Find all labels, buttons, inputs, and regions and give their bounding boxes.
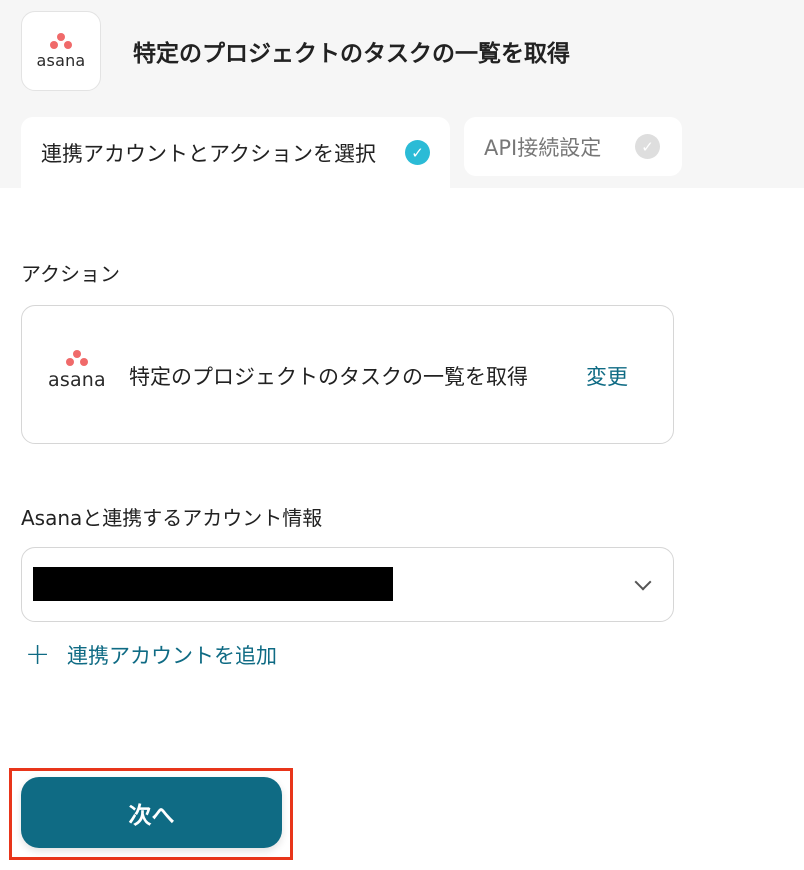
action-section-label: アクション xyxy=(21,262,120,286)
action-card: asana 特定のプロジェクトのタスクの一覧を取得 変更 xyxy=(21,305,674,444)
chevron-down-icon xyxy=(634,573,652,591)
asana-logo-icon xyxy=(50,32,72,49)
tab-label: 連携アカウントとアクションを選択 xyxy=(41,141,376,166)
card-logo-text: asana xyxy=(48,369,106,391)
account-select[interactable] xyxy=(21,547,674,622)
check-icon: ✓ xyxy=(635,134,660,159)
next-button[interactable]: 次へ xyxy=(21,777,282,848)
redacted-account-value xyxy=(33,567,393,601)
tab-api-settings[interactable]: API接続設定 ✓ xyxy=(464,117,682,176)
change-action-link[interactable]: 変更 xyxy=(586,361,628,391)
card-app-logo: asana xyxy=(48,350,106,391)
account-section-label: Asanaと連携するアカウント情報 xyxy=(21,506,323,530)
check-icon: ✓ xyxy=(405,140,430,165)
tab-label: API接続設定 xyxy=(484,135,602,160)
add-account-label: 連携アカウントを追加 xyxy=(67,644,277,668)
app-logo: asana xyxy=(21,11,101,91)
action-title: 特定のプロジェクトのタスクの一覧を取得 xyxy=(129,365,528,389)
add-account-link[interactable]: + 連携アカウントを追加 xyxy=(25,640,277,670)
tab-select-account-action[interactable]: 連携アカウントとアクションを選択 ✓ xyxy=(21,117,450,188)
page-title: 特定のプロジェクトのタスクの一覧を取得 xyxy=(133,41,570,67)
app-logo-text: asana xyxy=(36,50,86,70)
plus-icon: + xyxy=(25,637,51,672)
asana-logo-icon xyxy=(65,350,88,366)
